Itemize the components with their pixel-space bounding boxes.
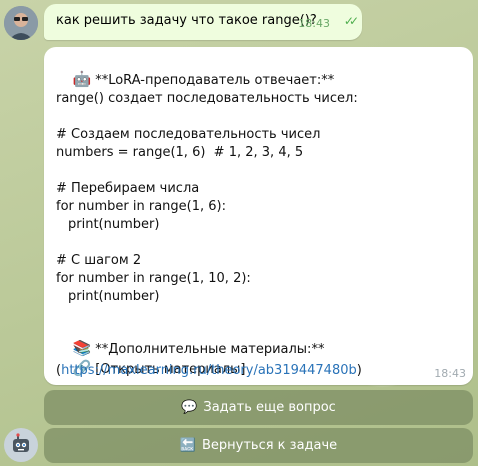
bot-avatar[interactable] [4,428,38,462]
code-line: print(number) [68,217,160,232]
code-comment-line: # Перебираем числа [56,181,200,196]
back-arrow-icon: 🔙 [179,438,196,453]
user-message-time: 18:43 [298,17,330,30]
ask-another-question-label: Задать еще вопрос [203,400,336,415]
code-comment-line: # Создаем последовательность чисел [56,127,321,142]
bot-message-line: range() создает последовательность чисел… [56,91,358,106]
user-avatar[interactable] [4,6,38,40]
back-to-task-button[interactable]: 🔙 Вернуться к задаче [44,428,473,463]
speech-bubble-icon: 💬 [181,400,198,415]
bot-message-time: 18:43 [434,367,466,380]
materials-link[interactable]: https://maxlearning.ru/theory/ab31944748… [61,363,357,378]
robot-icon: 🤖 [72,70,92,88]
materials-link-row: (https://maxlearning.ru/theory/ab3194474… [56,363,362,378]
bot-message-bubble: 🤖 **LoRA-преподаватель отвечает:** range(… [44,47,473,385]
ask-another-question-button[interactable]: 💬 Задать еще вопрос [44,390,473,425]
code-comment-line: # С шагом 2 [56,253,142,268]
back-to-task-label: Вернуться к задаче [201,438,338,453]
code-line: for number in range(1, 6): [56,199,226,214]
code-line: print(number) [68,289,160,304]
user-message-text: как решить задачу что такое range()? [56,13,317,28]
code-line: numbers = range(1, 6) # 1, 2, 3, 4, 5 [56,145,304,160]
code-line: for number in range(1, 10, 2): [56,271,251,286]
read-receipt-icon: ✓✓ [343,14,359,28]
user-message-bubble: как решить задачу что такое range()? 18:… [44,4,362,40]
